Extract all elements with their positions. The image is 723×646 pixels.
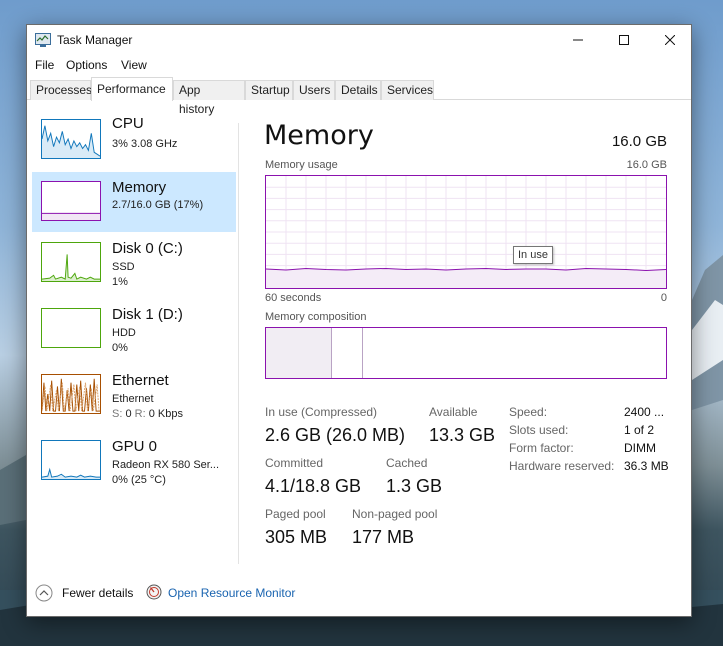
resource-monitor-icon — [146, 584, 162, 600]
memory-total: 16.0 GB — [611, 133, 667, 150]
sidebar-item-memory[interactable]: Memory 2.7/16.0 GB (17%) — [32, 172, 236, 232]
sidebar-cpu-title: CPU — [112, 115, 144, 132]
maximize-icon — [619, 35, 629, 45]
tab-app-history[interactable]: App history — [173, 80, 245, 116]
sidebar-disk1-usage: 0% — [112, 342, 128, 354]
graph-tooltip: In use — [513, 246, 553, 264]
task-manager-window: Task Manager File Options View Processes… — [26, 24, 692, 617]
non-paged-pool-value: 177 MB — [352, 527, 415, 547]
maximize-button[interactable] — [601, 25, 647, 55]
gpu-thumbnail-graph — [41, 440, 101, 480]
ethernet-thumbnail-graph — [41, 374, 101, 414]
footer-bar: Fewer details Open Resource Monitor — [27, 581, 691, 605]
task-manager-icon — [35, 33, 51, 47]
cached-label: Cached — [386, 456, 428, 470]
sidebar-disk0-title: Disk 0 (C:) — [112, 240, 183, 257]
memory-composition-label: Memory composition — [265, 311, 367, 323]
tab-details[interactable]: Details — [335, 80, 381, 100]
menu-file[interactable]: File — [35, 58, 54, 72]
close-button[interactable] — [647, 25, 693, 55]
non-paged-pool-label: Non-paged pool — [352, 507, 438, 521]
minimize-icon — [573, 39, 583, 41]
sidebar-disk0-type: SSD — [112, 261, 135, 273]
ethernet-send-value: 0 — [125, 408, 132, 420]
title-bar[interactable]: Task Manager — [27, 25, 691, 55]
graph-axis-left: 60 seconds — [265, 292, 322, 304]
cpu-thumbnail-graph — [41, 119, 101, 159]
memory-usage-graph[interactable] — [265, 175, 667, 289]
sidebar-ethernet-title: Ethernet — [112, 372, 169, 389]
sidebar-ethernet-throughput: S: 0 R: 0 Kbps — [112, 408, 183, 420]
sidebar-memory-title: Memory — [112, 179, 167, 196]
committed-label: Committed — [265, 456, 324, 470]
speed-value: 2400 ... — [624, 405, 665, 419]
chevron-up-icon[interactable] — [35, 584, 53, 602]
disk1-thumbnail-graph — [41, 308, 101, 348]
tab-startup[interactable]: Startup — [245, 80, 293, 100]
tab-processes[interactable]: Processes — [30, 80, 92, 100]
composition-modified — [333, 328, 363, 378]
tab-users[interactable]: Users — [293, 80, 335, 100]
in-use-label: In use (Compressed) — [265, 405, 378, 419]
ethernet-send-label: S: — [112, 408, 123, 420]
in-use-value: 2.6 GB (26.0 MB) — [265, 425, 406, 445]
form-factor-label: Form factor: — [509, 441, 574, 455]
slots-used-label: Slots used: — [509, 423, 569, 437]
open-resource-monitor-link[interactable]: Open Resource Monitor — [168, 586, 295, 600]
speed-label: Speed: — [509, 405, 548, 419]
ethernet-recv-value: 0 Kbps — [148, 408, 183, 420]
sidebar-item-ethernet[interactable]: Ethernet Ethernet S: 0 R: 0 Kbps — [32, 371, 236, 431]
menu-view[interactable]: View — [121, 58, 147, 72]
committed-value: 4.1/18.8 GB — [265, 476, 362, 496]
sidebar-item-disk1[interactable]: Disk 1 (D:) HDD 0% — [32, 305, 236, 365]
menu-bar: File Options View — [27, 55, 691, 75]
hardware-reserved-label: Hardware reserved: — [509, 459, 615, 473]
ethernet-recv-label: R: — [134, 408, 146, 420]
sidebar-item-cpu[interactable]: CPU 3% 3.08 GHz — [32, 115, 236, 176]
tab-strip: Processes Performance App history Startu… — [27, 77, 691, 116]
minimize-button[interactable] — [555, 25, 601, 55]
form-factor-value: DIMM — [624, 441, 656, 455]
paged-pool-value: 305 MB — [265, 527, 328, 547]
available-label: Available — [429, 405, 478, 419]
memory-usage-area — [266, 268, 666, 288]
sidebar-item-gpu[interactable]: GPU 0 Radeon RX 580 Ser... 0% (25 °C) — [32, 437, 236, 497]
menu-options[interactable]: Options — [66, 58, 107, 72]
sidebar-disk1-title: Disk 1 (D:) — [112, 306, 183, 323]
close-icon — [665, 35, 675, 45]
window-title: Task Manager — [57, 33, 133, 47]
cached-value: 1.3 GB — [386, 476, 443, 496]
sidebar-gpu-title: GPU 0 — [112, 438, 158, 455]
memory-usage-label: Memory usage — [265, 159, 338, 171]
paged-pool-label: Paged pool — [265, 507, 326, 521]
tab-services[interactable]: Services — [381, 80, 434, 100]
sidebar-disk0-usage: 1% — [112, 276, 128, 288]
memory-composition-bar[interactable] — [265, 327, 667, 379]
sidebar-gpu-model: Radeon RX 580 Ser... — [112, 459, 220, 471]
fewer-details-button[interactable]: Fewer details — [62, 586, 133, 600]
memory-thumbnail-graph — [41, 181, 101, 221]
sidebar-item-disk0[interactable]: Disk 0 (C:) SSD 1% — [32, 239, 236, 299]
available-value: 13.3 GB — [429, 425, 496, 445]
slots-used-value: 1 of 2 — [624, 423, 655, 437]
graph-axis-right: 0 — [660, 292, 667, 304]
disk0-thumbnail-graph — [41, 242, 101, 282]
sidebar-ethernet-adapter: Ethernet — [112, 393, 154, 405]
page-title: Memory — [264, 120, 374, 151]
sidebar-divider — [238, 123, 239, 564]
sidebar-cpu-usage: 3% 3.08 GHz — [112, 138, 178, 150]
sidebar-disk1-type: HDD — [112, 327, 136, 339]
hardware-reserved-value: 36.3 MB — [624, 459, 669, 473]
composition-in-use — [266, 328, 332, 378]
sidebar-gpu-usage: 0% (25 °C) — [112, 474, 166, 486]
tab-performance[interactable]: Performance — [91, 77, 173, 101]
memory-usage-max: 16.0 GB — [626, 159, 667, 171]
sidebar-memory-usage: 2.7/16.0 GB (17%) — [112, 199, 204, 211]
